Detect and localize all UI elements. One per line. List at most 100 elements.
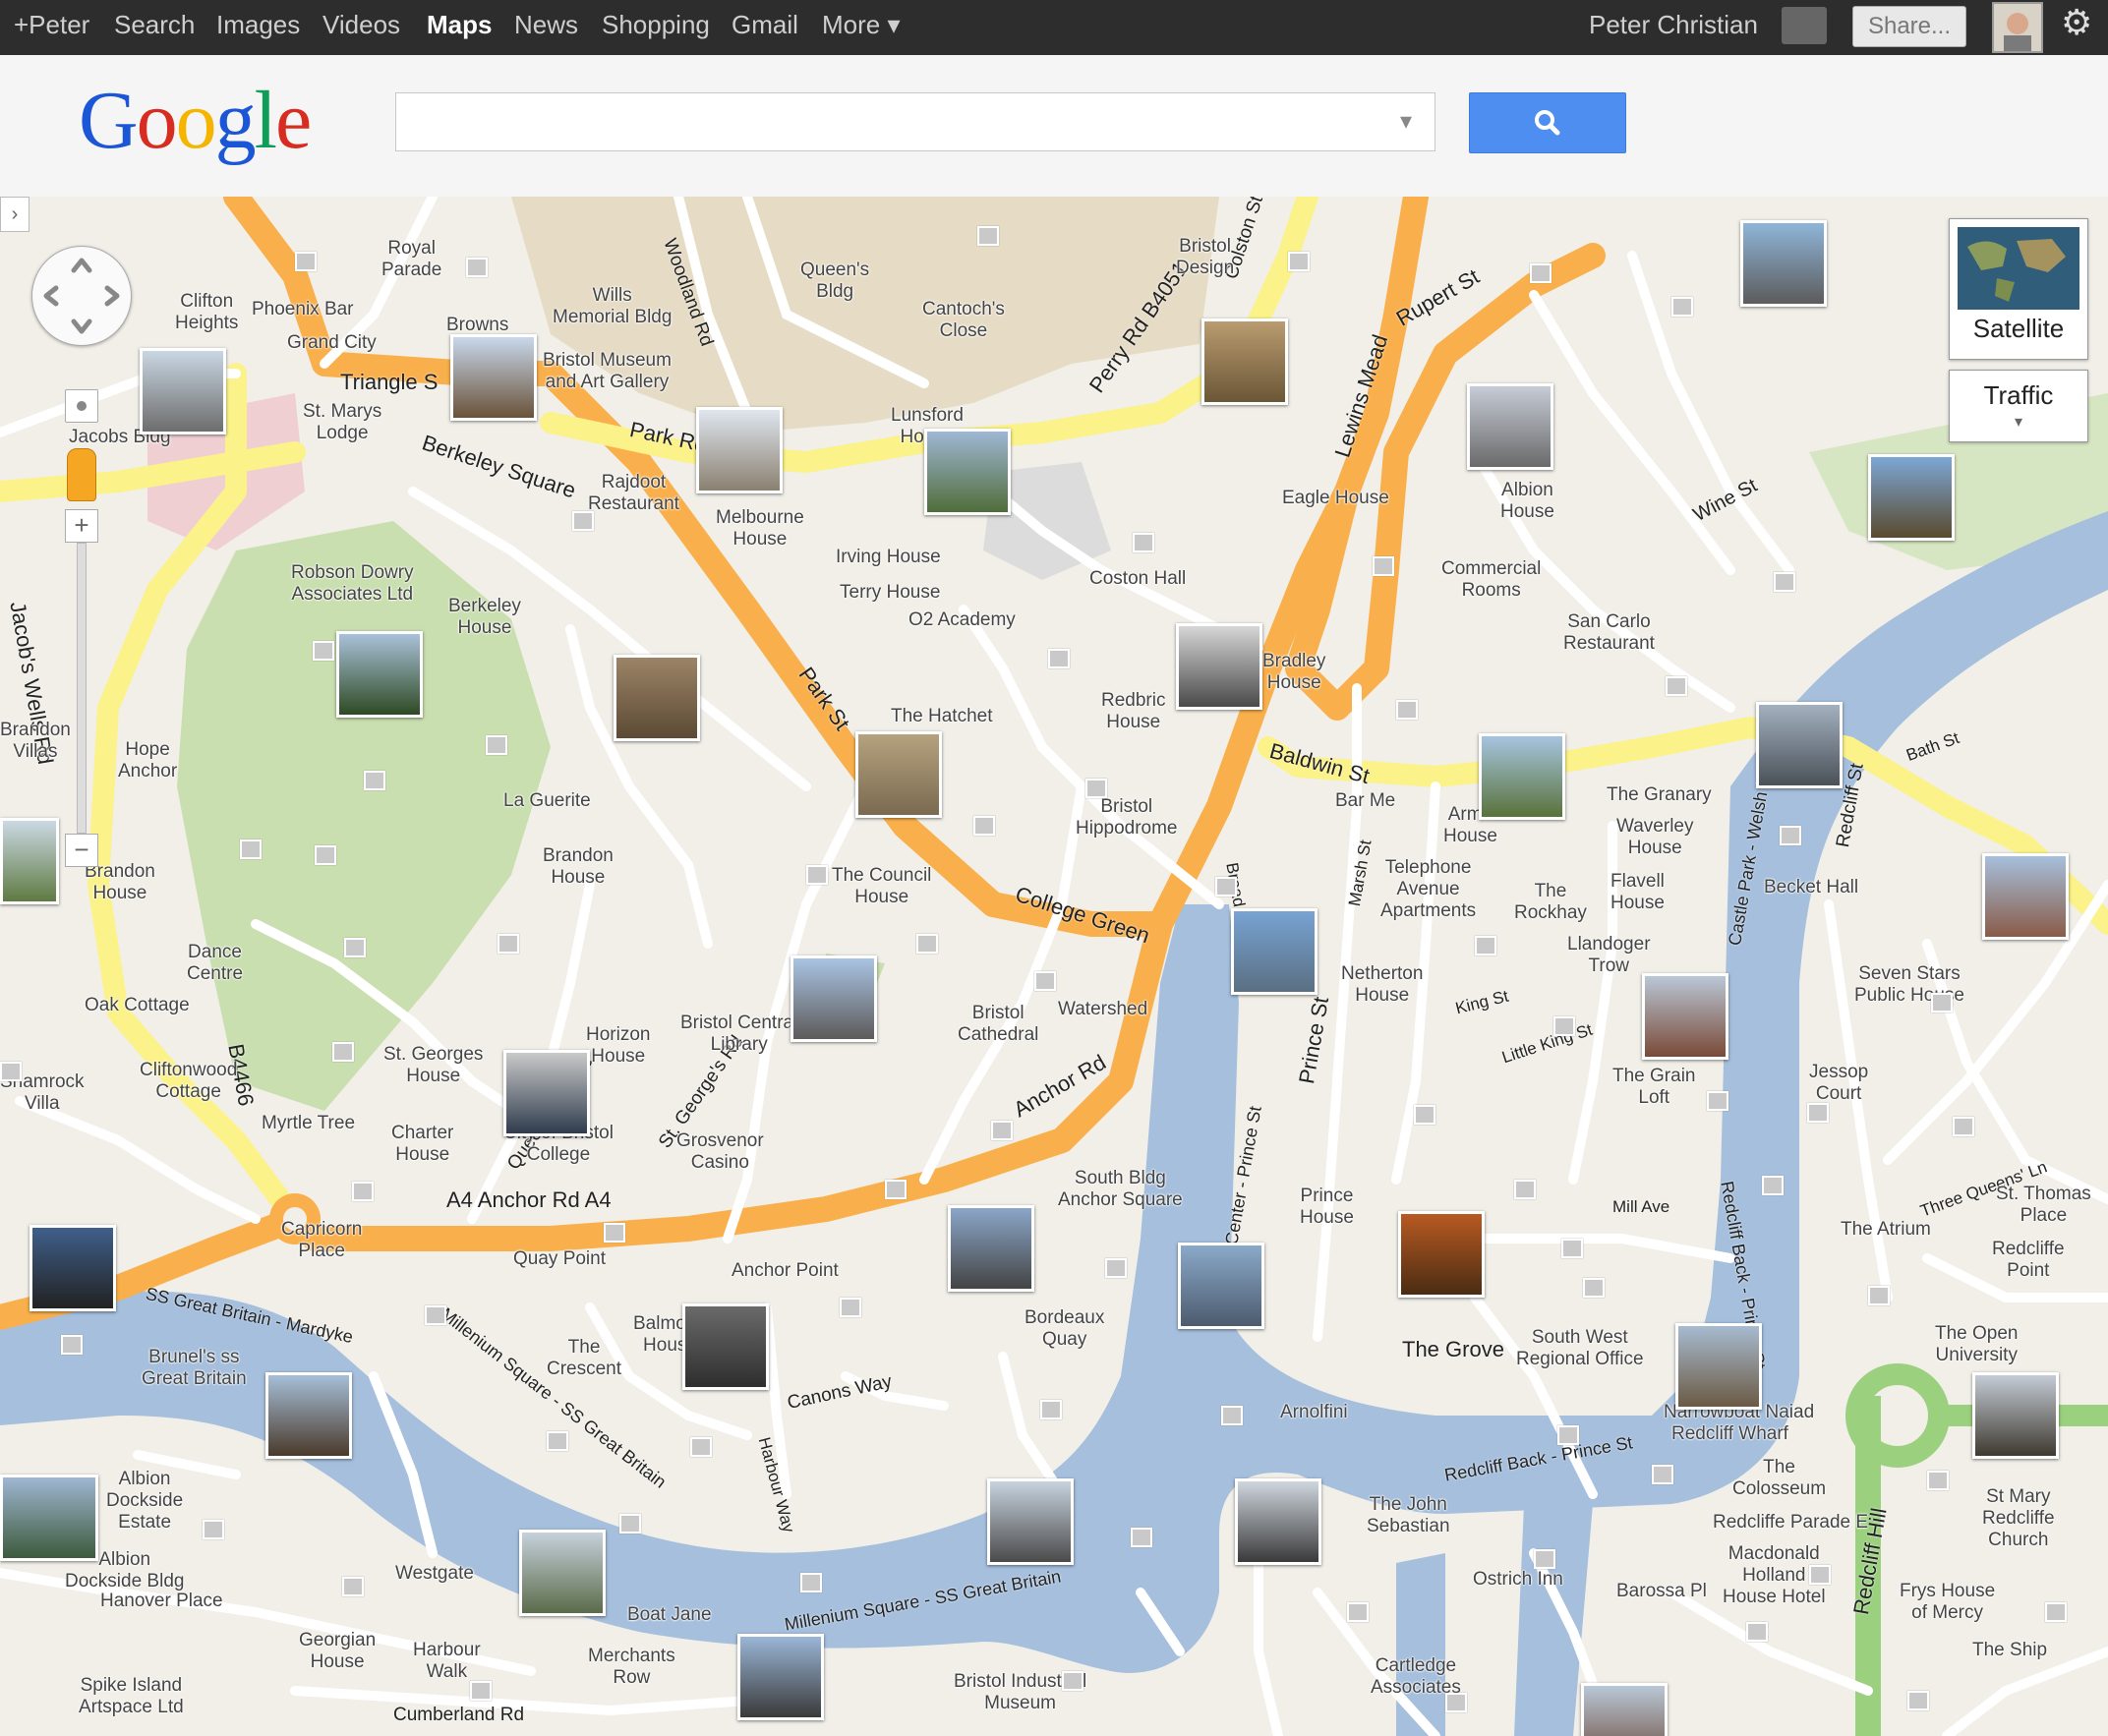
photo-marker[interactable]	[342, 1577, 364, 1596]
photo-marker[interactable]	[1034, 971, 1056, 991]
satellite-button[interactable]: Satellite	[1949, 218, 2088, 360]
photo-thumbnail[interactable]	[1398, 1211, 1485, 1298]
photo-thumbnail[interactable]	[1675, 1323, 1762, 1410]
photo-marker[interactable]	[991, 1121, 1013, 1140]
photo-marker[interactable]	[332, 1042, 354, 1062]
photo-thumbnail[interactable]	[1201, 318, 1288, 405]
share-button[interactable]: Share...	[1852, 6, 1966, 47]
photo-marker[interactable]	[61, 1335, 83, 1355]
nav-plus-peter[interactable]: +Peter	[14, 10, 89, 40]
nav-search[interactable]: Search	[114, 10, 195, 40]
zoom-in-button[interactable]: +	[65, 509, 98, 543]
search-button[interactable]	[1469, 92, 1626, 153]
photo-marker[interactable]	[1868, 1286, 1890, 1305]
photo-thumbnail[interactable]	[1756, 702, 1843, 788]
photo-marker[interactable]	[1040, 1400, 1062, 1419]
photo-marker[interactable]	[1583, 1278, 1605, 1298]
photo-marker[interactable]	[498, 934, 519, 954]
photo-marker[interactable]	[1131, 1528, 1152, 1547]
photo-marker[interactable]	[1780, 826, 1801, 845]
photo-marker[interactable]	[295, 252, 317, 271]
photo-marker[interactable]	[973, 816, 995, 836]
my-location-icon[interactable]	[65, 389, 98, 423]
photo-marker[interactable]	[547, 1431, 568, 1451]
photo-marker[interactable]	[1927, 1471, 1949, 1490]
photo-thumbnail[interactable]	[1467, 383, 1553, 470]
avatar[interactable]	[1992, 2, 2043, 53]
photo-marker[interactable]	[240, 839, 262, 859]
photo-marker[interactable]	[1475, 936, 1496, 955]
chevron-down-icon[interactable]: ▾	[1386, 104, 1426, 140]
photo-marker[interactable]	[1530, 263, 1552, 283]
photo-marker[interactable]	[1557, 1425, 1579, 1445]
photo-thumbnail[interactable]	[503, 1050, 590, 1136]
photo-marker[interactable]	[572, 511, 594, 531]
google-logo[interactable]: Google	[79, 73, 312, 168]
photo-thumbnail[interactable]	[140, 348, 226, 434]
photo-marker[interactable]	[1133, 533, 1154, 552]
photo-marker[interactable]	[604, 1223, 625, 1243]
photo-marker[interactable]	[1373, 556, 1394, 576]
photo-marker[interactable]	[313, 641, 334, 661]
photo-marker[interactable]	[1762, 1176, 1784, 1195]
nav-maps[interactable]: Maps	[427, 10, 492, 40]
photo-thumbnail[interactable]	[1581, 1683, 1668, 1736]
photo-thumbnail[interactable]	[614, 655, 700, 741]
photo-marker[interactable]	[806, 865, 828, 885]
photo-marker[interactable]	[916, 934, 938, 954]
photo-thumbnail[interactable]	[948, 1205, 1034, 1292]
photo-marker[interactable]	[352, 1182, 374, 1201]
photo-thumbnail[interactable]	[1868, 454, 1955, 541]
photo-marker[interactable]	[364, 771, 385, 790]
photo-thumbnail[interactable]	[1479, 733, 1565, 820]
photo-thumbnail[interactable]	[924, 429, 1011, 515]
photo-thumbnail[interactable]	[1642, 973, 1728, 1060]
photo-marker[interactable]	[2045, 1602, 2067, 1622]
photo-marker[interactable]	[1105, 1258, 1127, 1278]
nav-news[interactable]: News	[514, 10, 578, 40]
photo-marker[interactable]	[1553, 1016, 1575, 1036]
photo-marker[interactable]	[800, 1573, 822, 1592]
photo-marker[interactable]	[1774, 572, 1795, 592]
photo-marker[interactable]	[1514, 1180, 1536, 1199]
nav-more[interactable]: More ▾	[822, 10, 901, 40]
photo-marker[interactable]	[1953, 1117, 1974, 1136]
photo-thumbnail[interactable]	[450, 334, 537, 421]
photo-thumbnail[interactable]	[1982, 853, 2069, 940]
photo-marker[interactable]	[1062, 1671, 1083, 1691]
nav-images[interactable]: Images	[216, 10, 300, 40]
photo-marker[interactable]	[466, 258, 488, 277]
photo-thumbnail[interactable]	[737, 1634, 824, 1720]
photo-marker[interactable]	[1534, 1549, 1555, 1569]
photo-marker[interactable]	[885, 1180, 907, 1199]
photo-marker[interactable]	[619, 1514, 641, 1533]
zoom-slider[interactable]	[77, 543, 87, 834]
photo-marker[interactable]	[1347, 1602, 1369, 1622]
photo-marker[interactable]	[0, 1062, 22, 1081]
photo-marker[interactable]	[1907, 1691, 1929, 1710]
photo-thumbnail[interactable]	[336, 631, 423, 718]
photo-marker[interactable]	[1561, 1239, 1583, 1258]
photo-marker[interactable]	[1414, 1105, 1435, 1125]
collapse-panel-button[interactable]: ›	[0, 197, 29, 232]
street-view-pegman-icon[interactable]	[67, 448, 96, 501]
photo-marker[interactable]	[344, 938, 366, 957]
photo-marker[interactable]	[1221, 1406, 1243, 1425]
photo-marker[interactable]	[203, 1520, 224, 1539]
photo-marker[interactable]	[1807, 1103, 1829, 1123]
photo-thumbnail[interactable]	[682, 1303, 769, 1390]
photo-marker[interactable]	[977, 226, 999, 246]
photo-thumbnail[interactable]	[696, 407, 783, 493]
photo-marker[interactable]	[1215, 877, 1237, 897]
zoom-out-button[interactable]: −	[65, 834, 98, 867]
photo-marker[interactable]	[1445, 1693, 1467, 1712]
photo-marker[interactable]	[470, 1681, 492, 1701]
photo-marker[interactable]	[1048, 649, 1070, 668]
photo-marker[interactable]	[1746, 1622, 1768, 1642]
photo-thumbnail[interactable]	[0, 818, 59, 904]
photo-thumbnail[interactable]	[855, 731, 942, 818]
photo-thumbnail[interactable]	[1231, 908, 1318, 995]
nav-videos[interactable]: Videos	[322, 10, 400, 40]
photo-thumbnail[interactable]	[987, 1478, 1074, 1565]
photo-marker[interactable]	[1931, 993, 1953, 1013]
